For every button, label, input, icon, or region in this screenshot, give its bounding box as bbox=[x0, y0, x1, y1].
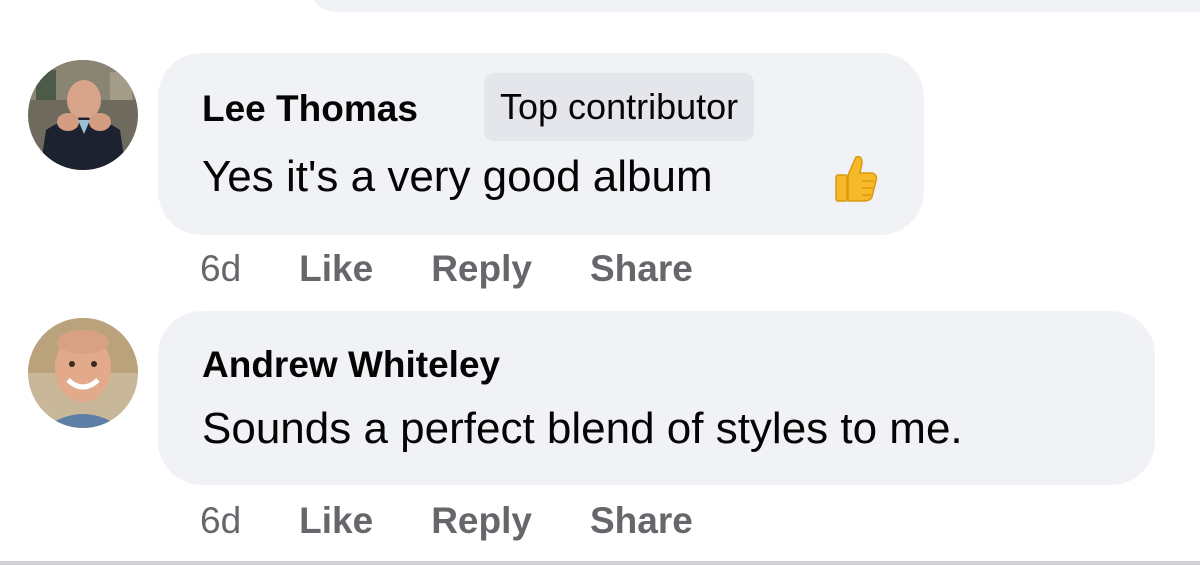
share-button[interactable]: Share bbox=[590, 500, 693, 542]
comment-bubble: Andrew Whiteley Sounds a perfect blend o… bbox=[158, 311, 1155, 485]
share-button[interactable]: Share bbox=[590, 248, 693, 290]
comment-actions: 6d Like Reply Share bbox=[200, 244, 693, 294]
comment-bubble: Lee Thomas Top contributor Yes it's a ve… bbox=[158, 53, 924, 235]
divider bbox=[0, 561, 1200, 565]
comment-text: Sounds a perfect blend of styles to me. bbox=[202, 404, 963, 453]
thumbs-up-icon bbox=[832, 153, 878, 203]
comment-author[interactable]: Lee Thomas bbox=[202, 87, 418, 131]
avatar[interactable] bbox=[28, 318, 138, 428]
like-button[interactable]: Like bbox=[299, 500, 373, 542]
like-button[interactable]: Like bbox=[299, 248, 373, 290]
comment-timestamp[interactable]: 6d bbox=[200, 248, 241, 290]
avatar-photo bbox=[28, 60, 138, 170]
comment-text: Yes it's a very good album bbox=[202, 152, 713, 201]
reply-button[interactable]: Reply bbox=[431, 500, 532, 542]
comment-timestamp[interactable]: 6d bbox=[200, 500, 241, 542]
avatar-photo bbox=[28, 318, 138, 428]
avatar[interactable] bbox=[28, 60, 138, 170]
reply-button[interactable]: Reply bbox=[431, 248, 532, 290]
previous-comment-bubble bbox=[310, 0, 1200, 12]
comment-actions: 6d Like Reply Share bbox=[200, 496, 693, 546]
top-contributor-badge[interactable]: Top contributor bbox=[484, 73, 755, 141]
comment-author[interactable]: Andrew Whiteley bbox=[202, 343, 500, 387]
